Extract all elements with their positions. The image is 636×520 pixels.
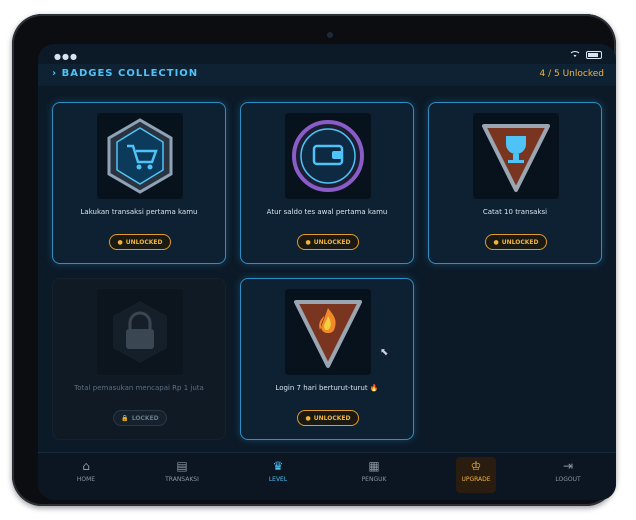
unlocked-count: 4 / 5 Unlocked bbox=[539, 69, 604, 79]
check-icon: ● bbox=[117, 238, 123, 246]
battery-icon bbox=[586, 51, 602, 59]
badge-description: Lakukan transaksi pertama kamu bbox=[80, 208, 198, 216]
nav-penguk[interactable]: ▦ PENGUK bbox=[326, 459, 422, 493]
trophy-triangle-icon bbox=[473, 113, 559, 199]
status-badge: 🔒 LOCKED bbox=[113, 410, 167, 426]
nav-home[interactable]: ⌂ HOME bbox=[38, 459, 134, 493]
cart-hexagon-icon bbox=[97, 113, 183, 199]
badge-card-ten-transactions[interactable]: Catat 10 transaksi ● UNLOCKED bbox=[428, 102, 602, 264]
bottom-nav: ⌂ HOME ▤ TRANSAKSI ♛ LEVEL ▦ PENGUK ♔ UP… bbox=[38, 452, 616, 500]
badge-card-initial-balance[interactable]: Atur saldo tes awal pertama kamu ● UNLOC… bbox=[240, 102, 414, 264]
status-badge: ● UNLOCKED bbox=[297, 410, 359, 426]
signal-icon: ●●● bbox=[54, 52, 78, 61]
status-badge: ● UNLOCKED bbox=[109, 234, 171, 250]
nav-logout[interactable]: ⇥ LOGOUT bbox=[520, 459, 616, 493]
badge-description: Login 7 hari berturut-turut 🔥 bbox=[275, 384, 379, 392]
tablet-frame: ●●● › BADGES COLLECTION 4 / 5 Unlocked L… bbox=[12, 14, 616, 506]
nav-upgrade[interactable]: ♔ UPGRADE bbox=[428, 459, 524, 493]
trophy-icon: ♛ bbox=[272, 459, 284, 473]
status-bar: ●●● bbox=[38, 44, 616, 64]
badge-card-income-million[interactable]: Total pemasukan mencapai Rp 1 juta 🔒 LOC… bbox=[52, 278, 226, 440]
nav-level[interactable]: ♛ LEVEL bbox=[230, 459, 326, 493]
lock-icon bbox=[97, 289, 183, 375]
camera-dot bbox=[327, 32, 333, 38]
badge-description: Catat 10 transaksi bbox=[482, 208, 548, 216]
screen: ●●● › BADGES COLLECTION 4 / 5 Unlocked L… bbox=[38, 44, 616, 500]
check-icon: ● bbox=[305, 238, 311, 246]
badge-description: Total pemasukan mencapai Rp 1 juta bbox=[74, 384, 204, 392]
check-icon: ● bbox=[493, 238, 499, 246]
crown-icon: ♔ bbox=[470, 459, 482, 473]
status-badge: ● UNLOCKED bbox=[297, 234, 359, 250]
badge-description: Atur saldo tes awal pertama kamu bbox=[266, 208, 388, 216]
mouse-cursor-icon: ⬉ bbox=[380, 347, 389, 358]
home-icon: ⌂ bbox=[82, 459, 90, 473]
nav-transaksi[interactable]: ▤ TRANSAKSI bbox=[134, 459, 230, 493]
section-header: › BADGES COLLECTION 4 / 5 Unlocked bbox=[38, 64, 616, 86]
badge-card-first-transaction[interactable]: Lakukan transaksi pertama kamu ● UNLOCKE… bbox=[52, 102, 226, 264]
check-icon: ● bbox=[305, 414, 311, 422]
status-badge: ● UNLOCKED bbox=[485, 234, 547, 250]
transaction-icon: ▤ bbox=[176, 459, 188, 473]
wallet-circle-icon bbox=[285, 113, 371, 199]
calendar-icon: ▦ bbox=[368, 459, 380, 473]
lock-small-icon: 🔒 bbox=[121, 414, 129, 422]
logout-icon: ⇥ bbox=[562, 459, 574, 473]
fire-triangle-icon bbox=[285, 289, 371, 375]
wifi-icon bbox=[570, 50, 580, 60]
section-title: › BADGES COLLECTION bbox=[52, 68, 199, 79]
badge-card-login-streak[interactable]: Login 7 hari berturut-turut 🔥 ● UNLOCKED bbox=[240, 278, 414, 440]
status-icons bbox=[570, 50, 602, 60]
